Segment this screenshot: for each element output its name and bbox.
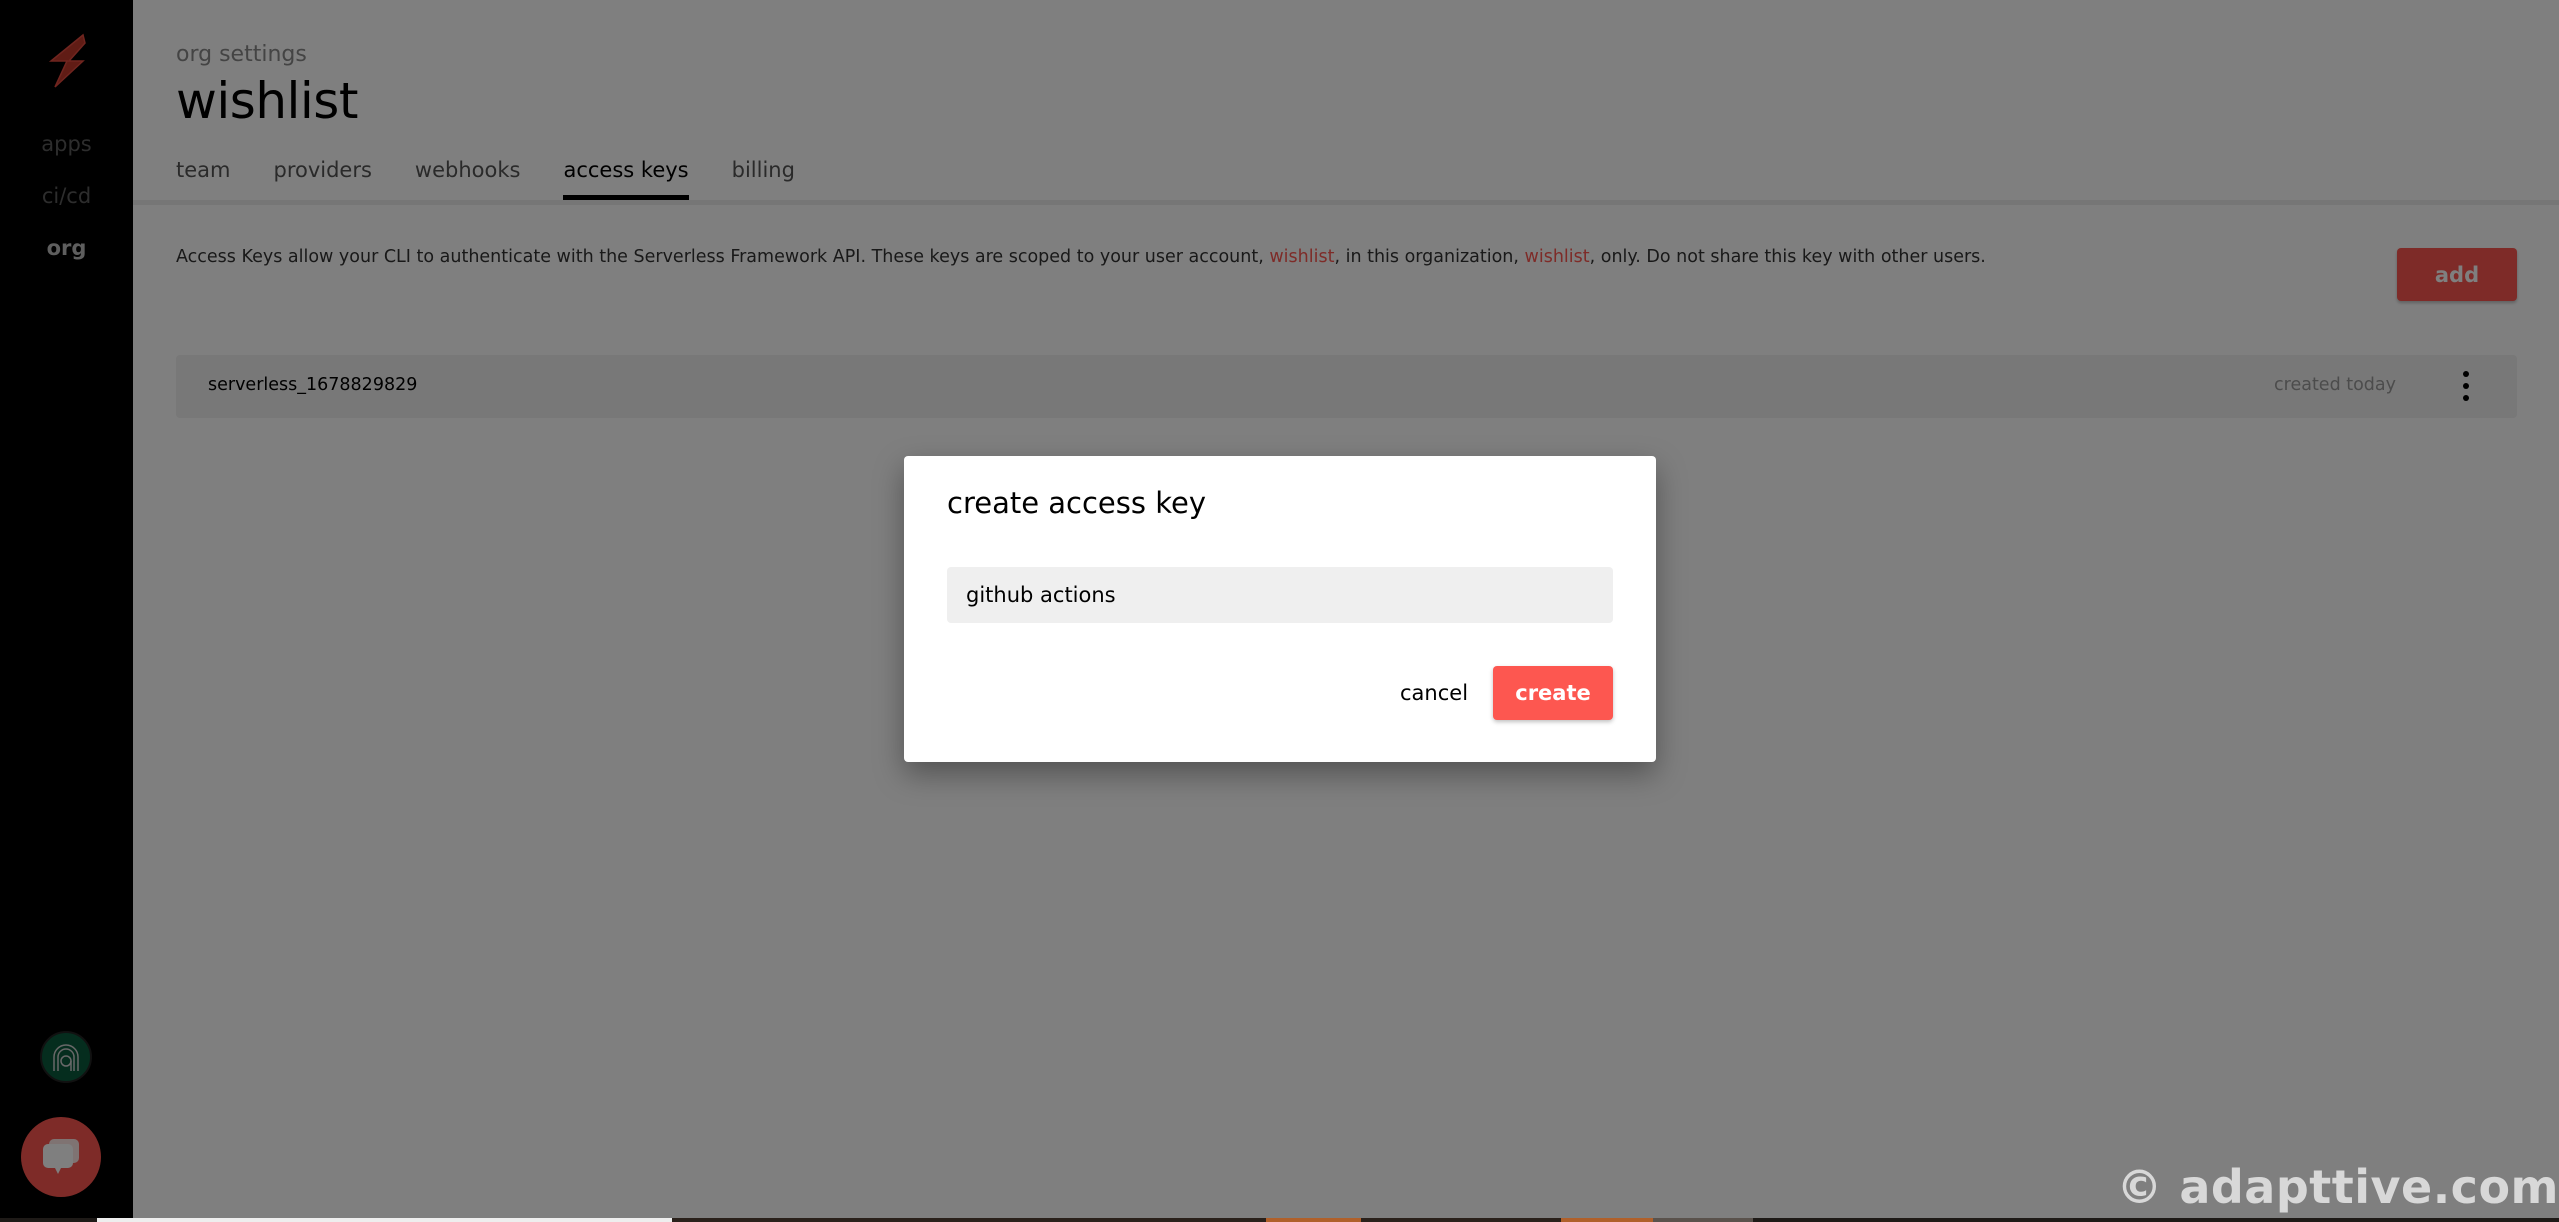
taskbar-segment <box>1561 1218 1653 1222</box>
taskbar-segment <box>1361 1218 1561 1222</box>
access-key-name-input[interactable] <box>947 567 1613 623</box>
create-button[interactable]: create <box>1493 666 1613 720</box>
create-access-key-dialog: create access key cancel create <box>904 456 1656 762</box>
cancel-button[interactable]: cancel <box>1394 666 1474 720</box>
watermark: © adapttive.com <box>2116 1160 2559 1214</box>
taskbar-segment <box>97 1218 672 1222</box>
taskbar-strip <box>0 1218 2559 1222</box>
taskbar-segment <box>0 1218 97 1222</box>
dialog-title: create access key <box>947 486 1206 520</box>
app-root: apps ci/cd org org settings wishlist tea… <box>0 0 2559 1222</box>
taskbar-segment <box>1653 1218 1753 1222</box>
taskbar-segment <box>672 1218 1266 1222</box>
taskbar-segment <box>1266 1218 1361 1222</box>
taskbar-segment <box>1753 1218 2559 1222</box>
